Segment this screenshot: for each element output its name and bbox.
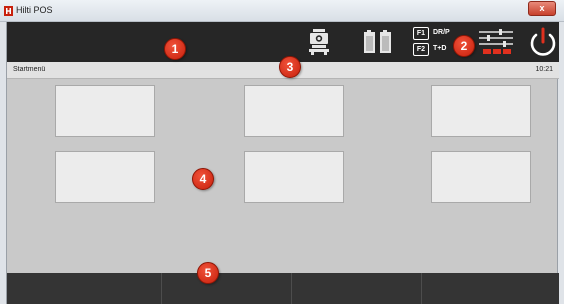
fkey-f1-key: F1: [413, 27, 429, 40]
callout-1: 1: [164, 38, 186, 60]
callout-5: 5: [197, 262, 219, 284]
clock-time: 10:21: [535, 66, 553, 73]
menu-tile-3[interactable]: [431, 85, 531, 137]
window-titlebar: Hilti POS x: [0, 0, 564, 22]
callout-3: 3: [279, 56, 301, 78]
hilti-logo-icon: [4, 6, 13, 16]
screen-title: Startmenü: [13, 66, 46, 73]
power-icon[interactable]: [527, 26, 559, 58]
fkey-f2-key: F2: [413, 43, 429, 56]
callout-2: 2: [453, 35, 475, 57]
window-close-button[interactable]: x: [528, 1, 556, 16]
softkey-bar: [7, 273, 559, 304]
menu-tile-5[interactable]: [244, 151, 344, 203]
menu-tile-2[interactable]: [244, 85, 344, 137]
callout-4: 4: [192, 168, 214, 190]
menu-tile-4[interactable]: [55, 151, 155, 203]
window-title: Hilti POS: [16, 5, 53, 15]
hilti-pos-window: Hilti POS x F1 DR/P F2 T+D Startmenü 10:…: [0, 0, 564, 304]
battery-icon[interactable]: [364, 30, 392, 54]
settings-sliders-icon[interactable]: [477, 28, 517, 56]
softkey-2[interactable]: [162, 273, 292, 304]
top-toolbar: F1 DR/P F2 T+D: [7, 22, 559, 62]
softkey-4[interactable]: [422, 273, 559, 304]
fkey-f2-label: T+D: [433, 45, 447, 52]
softkey-1[interactable]: [7, 273, 162, 304]
fkey-f1-label: DR/P: [433, 29, 450, 36]
menu-tile-6[interactable]: [431, 151, 531, 203]
softkey-3[interactable]: [292, 273, 422, 304]
total-station-icon[interactable]: [307, 28, 331, 56]
menu-tile-1[interactable]: [55, 85, 155, 137]
